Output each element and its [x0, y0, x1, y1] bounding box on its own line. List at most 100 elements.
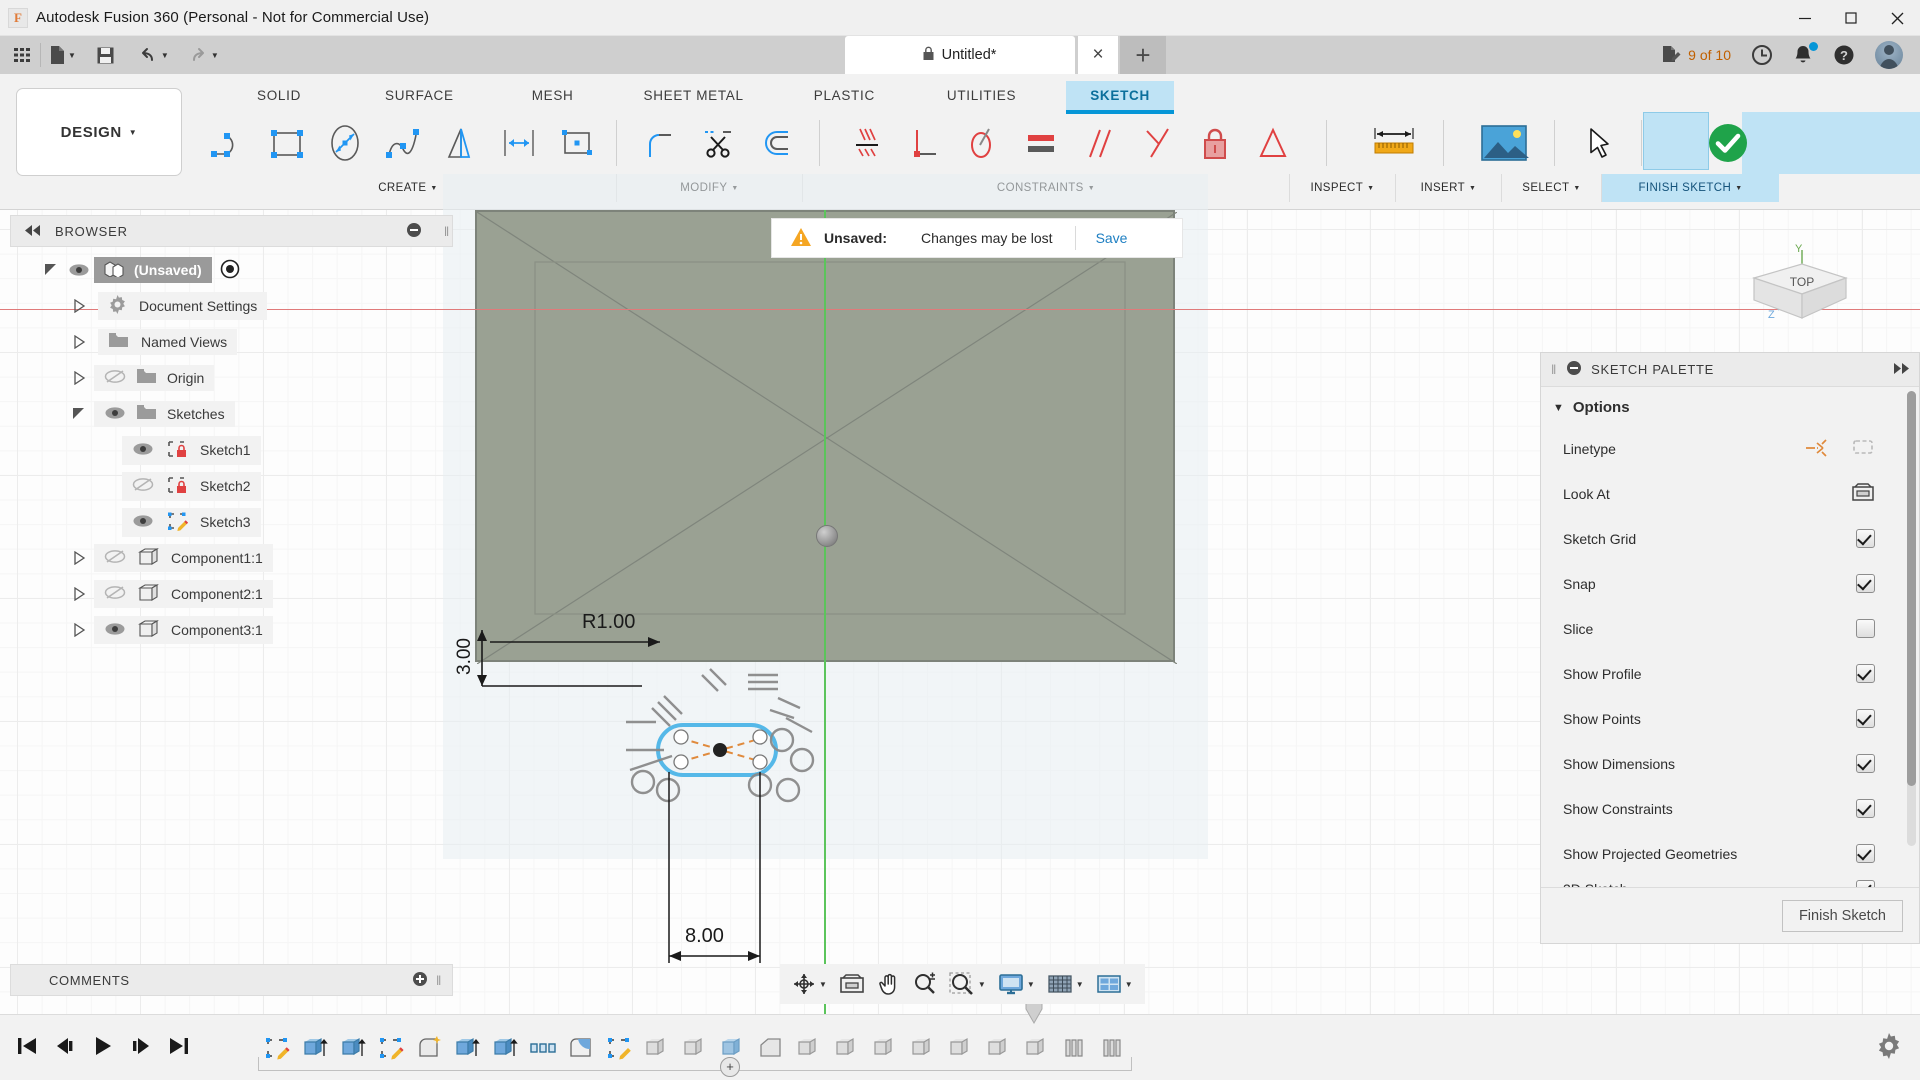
look-at-icon[interactable] [1851, 482, 1875, 505]
fillet-icon[interactable] [631, 114, 689, 172]
rectangular-pattern-icon[interactable] [490, 114, 548, 172]
ellipse-icon[interactable] [316, 114, 374, 172]
tree-item-sketches[interactable]: Sketches [10, 396, 453, 432]
twisty-collapsed-icon[interactable] [66, 371, 92, 385]
trim-icon[interactable] [689, 114, 747, 172]
tangent-constraint-icon[interactable] [954, 114, 1012, 172]
finish-sketch-button[interactable]: Finish Sketch [1782, 900, 1903, 932]
timeline-settings-gear-icon[interactable] [1876, 1033, 1902, 1062]
view-cube[interactable]: Y X Z TOP [1710, 242, 1860, 352]
options-section-header[interactable]: ▼ Options [1541, 387, 1919, 426]
rectangle-icon[interactable] [258, 114, 316, 172]
horizontal-vertical-constraint-icon[interactable] [838, 114, 896, 172]
redo-icon[interactable]: ▼ [181, 36, 225, 74]
equal-constraint-icon[interactable] [1012, 114, 1070, 172]
option-show-profile[interactable]: Show Profile [1541, 651, 1919, 696]
option-slice[interactable]: Slice [1541, 606, 1919, 651]
minimize-panel-icon[interactable] [406, 222, 422, 241]
chevron-down-icon[interactable]: ▼ [211, 51, 219, 60]
visibility-icon[interactable] [132, 442, 154, 459]
tree-item-named-views[interactable]: Named Views [10, 324, 453, 360]
expand-right-icon[interactable] [1893, 362, 1909, 377]
line-icon[interactable] [200, 114, 258, 172]
display-settings-icon[interactable]: ▼ [992, 964, 1041, 1004]
collapse-left-icon[interactable] [25, 224, 41, 239]
viewports-icon[interactable]: ▼ [1090, 964, 1139, 1004]
tab-mesh[interactable]: MESH [508, 81, 598, 111]
visibility-icon[interactable] [64, 263, 94, 277]
step-forward-icon[interactable] [130, 1036, 152, 1059]
visibility-icon[interactable] [132, 514, 154, 531]
tab-plastic[interactable]: PLASTIC [790, 81, 899, 111]
panel-resize-handle[interactable]: ‖ [444, 224, 450, 239]
activate-component-radio[interactable] [220, 259, 240, 282]
snap-checkbox[interactable] [1856, 574, 1875, 593]
linetype-normal-icon[interactable] [1805, 437, 1829, 460]
look-at-icon[interactable] [833, 964, 871, 1004]
mirror-icon[interactable] [432, 114, 490, 172]
app-grid-icon[interactable] [6, 36, 38, 74]
document-tab[interactable]: Untitled* [845, 36, 1075, 74]
twisty-collapsed-icon[interactable] [66, 335, 92, 349]
clock-icon[interactable] [1742, 36, 1782, 74]
new-tab-button[interactable]: + [1120, 36, 1166, 74]
tab-close-button[interactable]: × [1078, 36, 1118, 74]
twisty-expanded-icon[interactable] [38, 263, 64, 277]
tab-surface[interactable]: SURFACE [361, 81, 478, 111]
tab-solid[interactable]: SOLID [233, 81, 325, 111]
option-show-constraints[interactable]: Show Constraints [1541, 786, 1919, 831]
tab-utilities[interactable]: UTILITIES [923, 81, 1040, 111]
visibility-off-icon[interactable] [104, 549, 126, 567]
show-constraints-checkbox[interactable] [1856, 799, 1875, 818]
twisty-expanded-icon[interactable] [66, 407, 92, 421]
save-icon[interactable] [90, 36, 121, 74]
zoom-icon[interactable] [907, 964, 943, 1004]
chevron-down-icon[interactable]: ▼ [68, 51, 76, 60]
sketch-dimension-icon[interactable] [1351, 114, 1437, 172]
help-icon[interactable]: ? [1824, 36, 1864, 74]
tree-item-sketch1[interactable]: Sketch1 [10, 432, 453, 468]
twisty-collapsed-icon[interactable] [66, 551, 92, 565]
avatar[interactable] [1866, 36, 1912, 74]
workspace-switcher[interactable]: DESIGN ▼ [16, 88, 182, 176]
option-sketch-grid[interactable]: Sketch Grid [1541, 516, 1919, 561]
grid-snap-icon[interactable]: ▼ [1041, 964, 1090, 1004]
center-rectangle-icon[interactable] [548, 114, 606, 172]
save-link[interactable]: Save [1096, 230, 1128, 246]
finish-sketch-check-icon[interactable] [1668, 114, 1788, 172]
bell-icon[interactable] [1784, 36, 1822, 74]
select-arrow-icon[interactable] [1567, 114, 1633, 172]
minimize-icon[interactable] [1782, 0, 1828, 36]
collinear-constraint-icon[interactable] [1128, 114, 1186, 172]
group-label-insert[interactable]: INSERT▼ [1395, 174, 1501, 202]
show-profile-checkbox[interactable] [1856, 664, 1875, 683]
sketch-canvas[interactable]: R1.00 3.00 8.00 Unsaved: [0, 210, 1920, 1014]
panel-resize-handle[interactable]: ‖ [436, 973, 442, 988]
option-3d-sketch[interactable]: 3D Sketch [1541, 876, 1919, 887]
spline-icon[interactable] [374, 114, 432, 172]
collapse-icon[interactable] [1566, 360, 1582, 379]
visibility-off-icon[interactable] [104, 585, 126, 603]
undo-icon[interactable]: ▼ [131, 36, 175, 74]
option-linetype[interactable]: Linetype [1541, 426, 1919, 471]
parallel-constraint-icon[interactable] [1070, 114, 1128, 172]
tree-item-component2[interactable]: Component2:1 [10, 576, 453, 612]
visibility-icon[interactable] [104, 406, 126, 423]
tree-item-origin[interactable]: Origin [10, 360, 453, 396]
offset-icon[interactable] [747, 114, 805, 172]
close-icon[interactable] [1874, 0, 1920, 36]
skip-start-icon[interactable] [16, 1036, 38, 1059]
tree-item-component3[interactable]: Component3:1 [10, 612, 453, 648]
tree-item-unsaved[interactable]: (Unsaved) [10, 252, 453, 288]
twisty-collapsed-icon[interactable] [66, 299, 92, 313]
show-dimensions-checkbox[interactable] [1856, 754, 1875, 773]
fix-constraint-icon[interactable] [1186, 114, 1244, 172]
tree-item-sketch2[interactable]: Sketch2 [10, 468, 453, 504]
insert-canvas-icon[interactable] [1458, 114, 1550, 172]
option-show-points[interactable]: Show Points [1541, 696, 1919, 741]
play-icon[interactable] [92, 1036, 114, 1059]
group-label-finish-sketch[interactable]: FINISH SKETCH▼ [1601, 174, 1779, 202]
perpendicular-constraint-icon[interactable] [896, 114, 954, 172]
tab-sketch[interactable]: SKETCH [1066, 81, 1174, 111]
visibility-icon[interactable] [104, 622, 126, 639]
